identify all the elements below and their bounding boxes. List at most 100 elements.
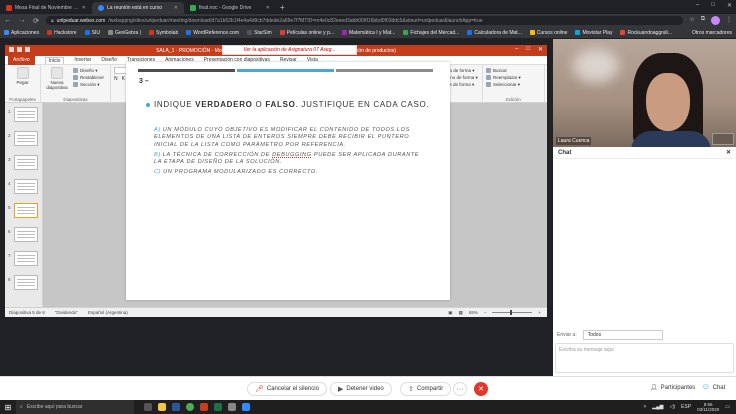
stop-video-button[interactable]: ▶ Detener video <box>330 382 392 396</box>
powerpoint-icon[interactable] <box>200 403 208 411</box>
tab-mesa-final[interactable]: Mesa Final de Noviembre 2020 ✕ <box>0 2 92 14</box>
bookmark-item[interactable]: WordReference.com <box>186 30 239 36</box>
new-tab-button[interactable]: + <box>276 2 289 14</box>
close-icon[interactable]: ✕ <box>82 5 86 11</box>
clock[interactable]: 8:56 03/11/2020 <box>697 402 719 412</box>
select-button[interactable]: Seleccionar ▾ <box>486 81 541 88</box>
windows-start-icon[interactable]: ⊞ <box>0 403 16 412</box>
notifications-icon[interactable]: ▭ <box>725 404 730 410</box>
webex-taskbar-icon[interactable] <box>242 403 250 411</box>
volume-icon[interactable]: ◁) <box>670 404 676 410</box>
font-style-button[interactable]: N <box>114 76 118 82</box>
slide-thumbnail[interactable] <box>14 179 38 194</box>
settings-icon[interactable] <box>228 403 236 411</box>
bookmark-item[interactable]: Matemática I y Mat... <box>342 30 395 36</box>
extensions-icon[interactable]: ⧉ <box>701 16 705 25</box>
close-icon[interactable]: ✕ <box>174 5 178 11</box>
redo-icon[interactable] <box>25 47 30 52</box>
taskbar-search[interactable]: ⌕ Escribe aquí para buscar <box>16 400 134 414</box>
replace-button[interactable]: Reemplazar ▾ <box>486 74 541 81</box>
maximize-button[interactable]: □ <box>711 2 715 9</box>
bookmark-item[interactable]: Hackstore <box>47 30 77 36</box>
excel-icon[interactable] <box>214 403 222 411</box>
zoom-knob[interactable] <box>510 310 513 315</box>
undo-icon[interactable] <box>17 47 22 52</box>
explorer-icon[interactable] <box>158 403 166 411</box>
url-input[interactable]: 🔒︎ unlpeduar.webex.com /webappng/sites/u… <box>46 16 684 25</box>
bookmark-favicon-icon <box>4 30 9 35</box>
close-chat-icon[interactable]: ✕ <box>726 149 731 156</box>
slide-thumbnail[interactable] <box>14 275 38 290</box>
reload-button[interactable]: ⟳ <box>32 17 40 25</box>
bookmark-item[interactable]: Calculadora de Mat... <box>467 30 522 36</box>
chat-message-input[interactable]: Escriba su mensaje aquí <box>555 343 734 373</box>
status-language[interactable]: Español (Argentina) <box>88 310 128 315</box>
zoom-slider[interactable] <box>492 310 533 315</box>
view-normal-icon[interactable]: ▣ <box>448 310 452 316</box>
slide-thumbnail[interactable] <box>14 107 38 122</box>
star-icon[interactable]: ☆ <box>689 16 694 25</box>
zoom-in-icon[interactable]: + <box>538 310 541 315</box>
tab-insertar[interactable]: Insertar <box>74 57 91 63</box>
close-icon[interactable]: ✕ <box>538 46 543 53</box>
tab-diseno[interactable]: Diseño <box>101 57 117 63</box>
slide-canvas[interactable]: 3 – INDIQUE VERDADERO O FALSO. JUSTIFIQU… <box>126 62 450 300</box>
bookmark-item[interactable]: Cursos online <box>529 30 567 36</box>
zoom-level[interactable]: 65% <box>469 310 478 315</box>
self-view[interactable] <box>712 133 734 145</box>
slide-thumbnail[interactable] <box>14 203 38 218</box>
tray-arrow-icon[interactable]: ˄ <box>643 404 646 410</box>
maximize-icon[interactable]: □ <box>526 46 530 53</box>
send-to-select[interactable]: Todos <box>582 330 663 340</box>
bookmark-item[interactable]: StarSim <box>246 30 272 36</box>
zoom-out-icon[interactable]: – <box>484 310 487 315</box>
paste-button[interactable]: Pegar <box>8 67 37 85</box>
share-button[interactable]: ⇪ Compartir <box>400 382 452 396</box>
profile-avatar[interactable] <box>711 16 720 25</box>
network-icon[interactable]: ▂▄▆ <box>652 404 663 410</box>
task-view-icon[interactable] <box>144 403 152 411</box>
participants-button[interactable]: 👤︎ Participantes <box>650 384 695 392</box>
slide-thumbnail[interactable] <box>14 155 38 170</box>
layout-button[interactable]: Diseño ▾ <box>73 67 104 74</box>
slide-thumbnail[interactable] <box>14 251 38 266</box>
menu-icon[interactable]: ⋮ <box>726 16 732 25</box>
slide-thumbnail[interactable] <box>14 227 38 242</box>
tab-archivo[interactable]: Archivo <box>8 55 35 65</box>
bookmark-favicon-icon <box>467 30 473 35</box>
slide-thumbnail[interactable] <box>14 131 38 146</box>
find-button[interactable]: Buscar <box>486 67 541 74</box>
minimize-button[interactable]: – <box>696 2 699 9</box>
bookmark-item[interactable]: Symbolab <box>148 30 178 36</box>
participant-video[interactable]: Laura Cuenca <box>553 39 736 147</box>
forward-button[interactable]: → <box>18 17 26 24</box>
section-button[interactable]: Sección ▾ <box>73 81 104 88</box>
leave-meeting-button[interactable]: ✕ <box>474 382 488 396</box>
save-icon[interactable] <box>9 47 14 52</box>
language-indicator[interactable]: ESP <box>681 404 691 410</box>
reset-button[interactable]: Restablecer <box>73 74 104 81</box>
back-button[interactable]: ← <box>4 17 12 24</box>
unmute-button[interactable]: 🎤︎ Cancelar el silencio <box>247 382 327 396</box>
chat-button[interactable]: 💬︎ Chat <box>702 384 725 392</box>
bookmark-item[interactable]: Películas online y p... <box>279 30 334 36</box>
font-style-button[interactable]: K <box>122 76 125 82</box>
minimize-icon[interactable]: – <box>515 46 518 53</box>
bookmark-item[interactable]: Movistar Play <box>575 30 612 36</box>
bookmark-item[interactable]: Aplicaciones <box>4 30 39 36</box>
more-options-button[interactable]: ··· <box>453 382 467 396</box>
close-icon[interactable]: ✕ <box>266 5 270 11</box>
tab-inicio[interactable]: Inicio <box>44 56 65 64</box>
bookmark-item[interactable]: GeoGebra | <box>107 30 141 36</box>
bookmark-item[interactable]: SIU <box>84 30 100 36</box>
close-window-button[interactable]: ✕ <box>727 2 732 9</box>
view-sorter-icon[interactable]: ▦ <box>459 310 463 316</box>
chrome-icon[interactable] <box>186 403 194 411</box>
word-icon[interactable] <box>172 403 180 411</box>
other-bookmarks[interactable]: Otros marcadores <box>692 30 732 36</box>
tab-webex[interactable]: La reunión está en curso ✕ <box>92 2 184 14</box>
bookmark-item[interactable]: Fichajes del Mercad... <box>403 30 459 36</box>
tab-google-drive[interactable]: final.noc - Google Drive ✕ <box>184 2 276 14</box>
bookmark-item[interactable]: Rockuandoaggrali... <box>620 30 672 36</box>
sharing-notification[interactable]: Ver la aplicación de Asignatura 07 Aseg.… <box>222 45 357 55</box>
